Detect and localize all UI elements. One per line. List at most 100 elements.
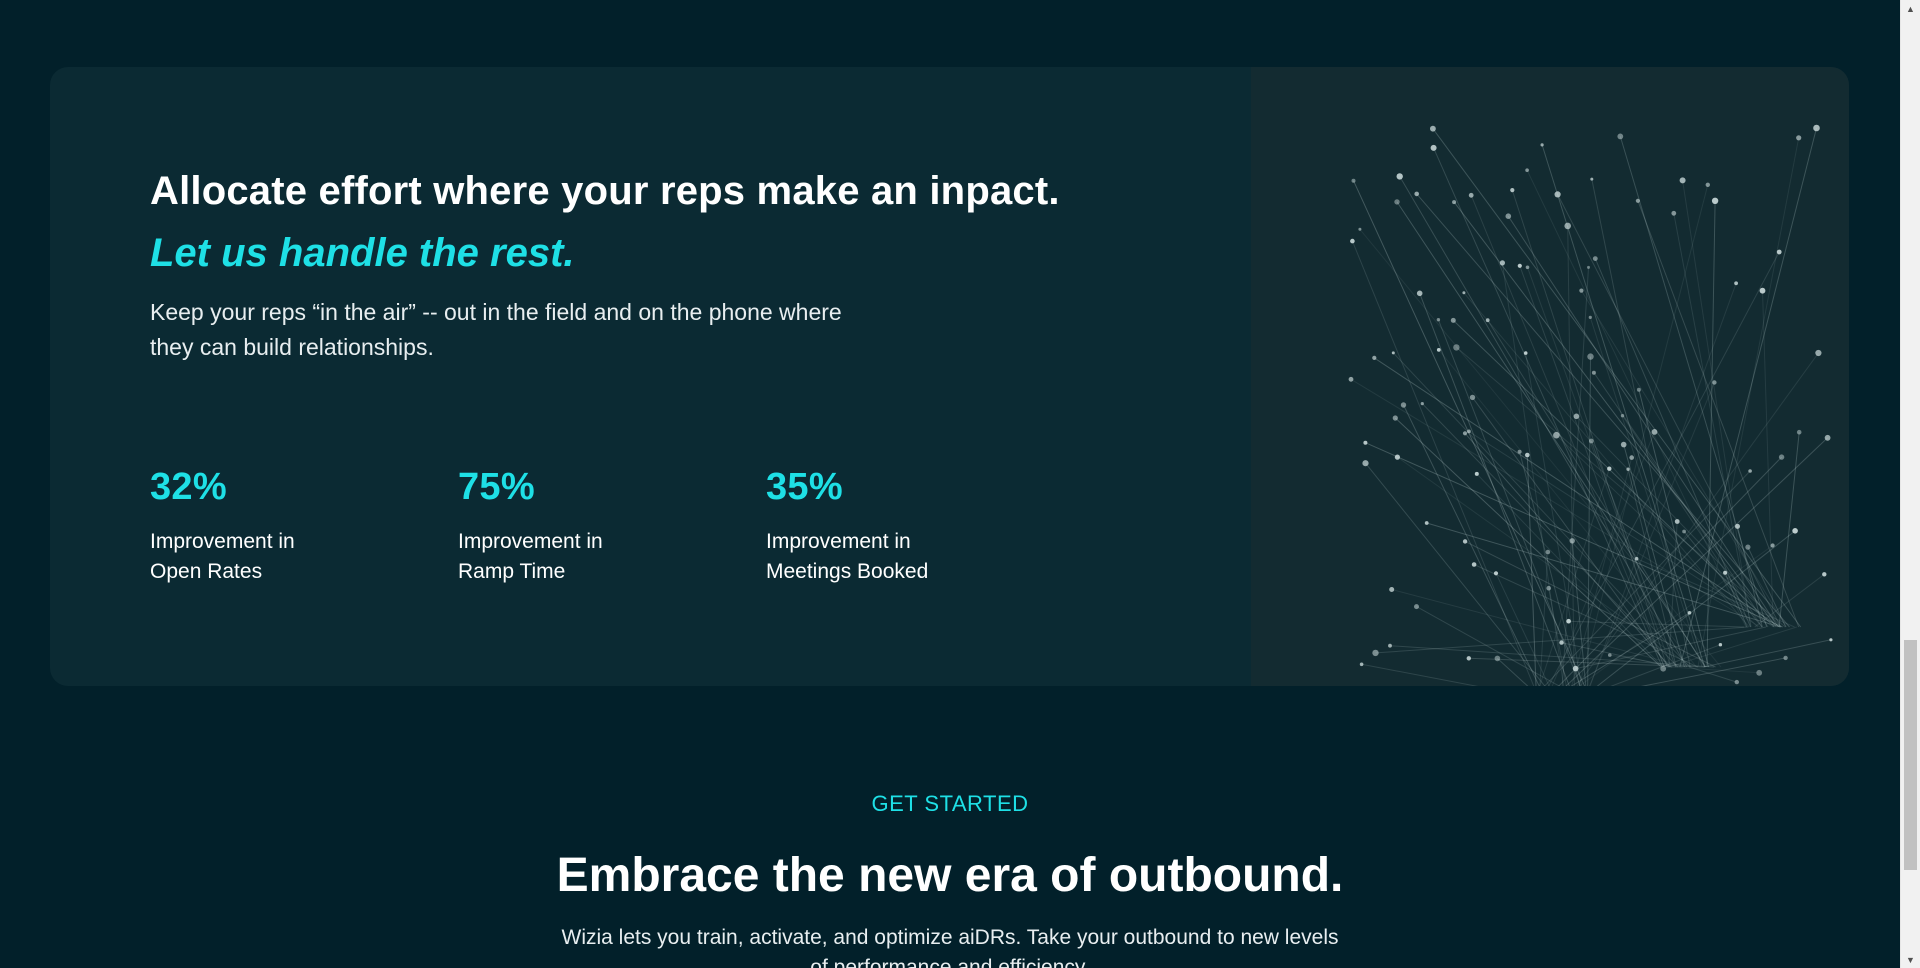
particle-dot [1705, 182, 1710, 187]
page: Allocate effort where your reps make an … [0, 0, 1920, 968]
particle-dot [1493, 571, 1499, 576]
particle-dot [1687, 611, 1692, 615]
particle-dot [1450, 317, 1456, 323]
particle-dot [1573, 413, 1580, 420]
particle-dot [1626, 467, 1630, 471]
particle-dot [1711, 197, 1719, 204]
particle-line [1432, 128, 1802, 628]
particle-dot [1436, 318, 1441, 322]
particle-line [1619, 136, 1768, 628]
particle-dot [1783, 655, 1788, 661]
particle-dot [1587, 265, 1590, 269]
scroll-down-arrow-icon[interactable]: ▼ [1901, 951, 1920, 968]
particle-dot [1815, 349, 1822, 357]
particle-dot [1430, 144, 1437, 151]
particle-dot [1553, 431, 1560, 439]
get-started-title: Embrace the new era of outbound. [556, 849, 1344, 902]
particle-dot [1424, 521, 1429, 525]
particle-dot [1792, 528, 1798, 534]
particle-line [1416, 193, 1790, 628]
particle-dot [1824, 434, 1831, 441]
particle-dot [1540, 143, 1544, 147]
particle-dot [1499, 260, 1505, 266]
particle-dot [1723, 570, 1728, 575]
particle-dot [1525, 452, 1530, 458]
particle-dot [1671, 210, 1677, 216]
particle-dot [1572, 665, 1579, 672]
particle-dot [1474, 471, 1479, 476]
get-started-text: Wizia lets you train, activate, and opti… [561, 926, 1339, 968]
particle-dot [1682, 529, 1686, 534]
scrollbar-thumb[interactable] [1904, 640, 1917, 870]
particle-line [1567, 225, 1575, 686]
particle-dot [1579, 288, 1584, 293]
particle-dot [1546, 585, 1551, 591]
particle-dot [1430, 125, 1436, 132]
particle-dot [1759, 287, 1766, 294]
particle-dot [1588, 315, 1592, 319]
particle-dot [1372, 649, 1379, 657]
particle-line [1589, 317, 1703, 668]
feature-card: Allocate effort where your reps make an … [50, 67, 1849, 686]
feature-headline: Allocate effort where your reps make an … [150, 169, 1060, 213]
particle-dot [1523, 351, 1528, 355]
particle-dot [1620, 441, 1627, 448]
particle-dot [1591, 370, 1596, 375]
particle-dot [1660, 665, 1667, 672]
particle-dot [1388, 643, 1392, 648]
stat-value: 75% [458, 466, 535, 508]
particle-line [1456, 347, 1786, 628]
particle-dot [1350, 238, 1355, 244]
particle-dot [1756, 669, 1763, 676]
stat-meetings-booked: 35% Improvement in Meetings Booked [766, 466, 1074, 587]
particle-dot [1452, 200, 1457, 205]
get-started-section: GET STARTED Embrace the new era of outbo… [0, 790, 1900, 968]
particle-line [1365, 462, 1546, 686]
particle-dot [1634, 556, 1639, 561]
particle-dot [1391, 351, 1395, 355]
particle-line [1476, 473, 1663, 668]
particle-dot [1679, 177, 1686, 184]
particle-dot [1607, 466, 1612, 471]
particle-dot [1545, 549, 1551, 555]
particle-line [1452, 320, 1775, 628]
particle-dot [1453, 344, 1460, 351]
particle-dot [1372, 355, 1377, 360]
feature-content: Allocate effort where your reps make an … [150, 167, 1200, 365]
particle-dot [1712, 380, 1717, 385]
particle-dot [1468, 192, 1474, 198]
particle-dot [1358, 227, 1362, 231]
particle-dot [1564, 222, 1571, 230]
particle-dot [1629, 455, 1634, 460]
stats-row: 32% Improvement in Open Rates 75% Improv… [150, 466, 1074, 587]
stat-label: Improvement in Meetings Booked [766, 529, 929, 583]
particle-artwork [1251, 67, 1849, 686]
particle-dot [1436, 348, 1441, 352]
particle-dot [1559, 640, 1564, 645]
particle-line [1487, 319, 1706, 668]
scroll-up-arrow-icon[interactable]: ▲ [1901, 0, 1920, 17]
particle-dot [1394, 454, 1400, 460]
particle-line [1703, 639, 1832, 668]
particle-dot [1394, 199, 1400, 205]
particle-dot [1362, 460, 1369, 467]
particle-dot [1517, 263, 1522, 268]
particle-dot [1462, 291, 1466, 295]
particle-dot [1485, 318, 1490, 323]
particle-dot [1620, 414, 1625, 418]
particle-dot [1735, 523, 1740, 529]
particle-dot [1525, 265, 1530, 270]
particle-line [1762, 290, 1774, 628]
particle-dot [1734, 281, 1738, 286]
particle-dot [1462, 431, 1468, 436]
vertical-scrollbar[interactable]: ▲ ▼ [1900, 0, 1920, 968]
particle-dot [1592, 256, 1598, 261]
particle-dot [1389, 587, 1395, 592]
feature-subheadline: Let us handle the rest. [150, 231, 575, 275]
particle-dot [1416, 290, 1423, 297]
particle-dot [1778, 454, 1785, 460]
particle-dot [1359, 662, 1364, 667]
particle-dot [1420, 402, 1424, 406]
particle-dot [1414, 604, 1419, 610]
particle-dot [1776, 249, 1782, 255]
